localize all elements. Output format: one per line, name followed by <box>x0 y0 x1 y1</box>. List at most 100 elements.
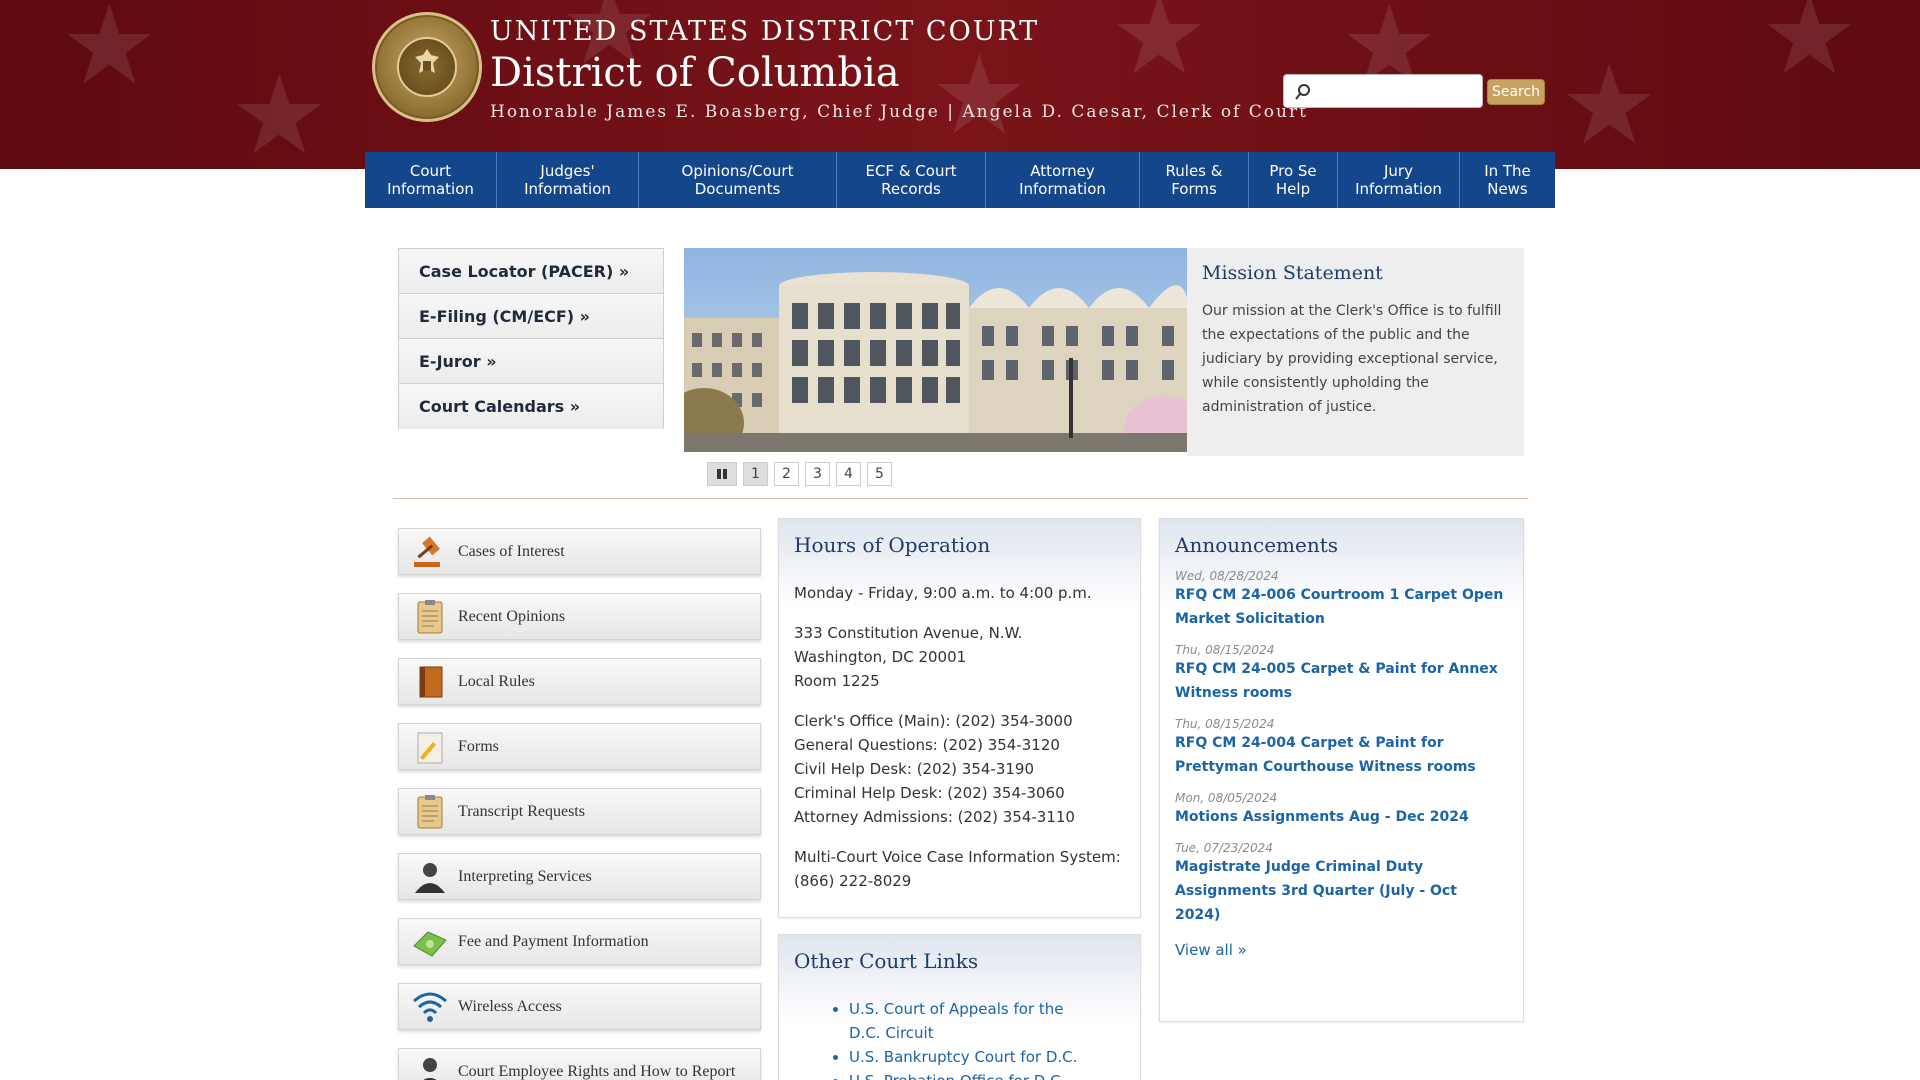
resource-label: Recent Opinions <box>458 607 566 625</box>
slide-page-1[interactable]: 1 <box>743 462 768 486</box>
pause-icon <box>717 469 727 479</box>
resource-transcript-requests[interactable]: Transcript Requests <box>398 788 761 835</box>
nav-label: Judges' Information <box>524 162 611 198</box>
resource-cases-of-interest[interactable]: Cases of Interest <box>398 528 761 575</box>
quick-link-cm-ecf[interactable]: E-Filing (CM/ECF) » <box>399 294 663 339</box>
mission-panel: Mission Statement Our mission at the Cle… <box>1187 248 1524 456</box>
nav-label: Pro Se Help <box>1269 162 1317 198</box>
mission-text: Our mission at the Clerk's Office is to … <box>1202 303 1502 415</box>
hours-box: Hours of Operation Monday - Friday, 9:00… <box>778 518 1141 918</box>
link-probation-office[interactable]: U.S. Probation Office for D.C. <box>849 1069 1089 1080</box>
resource-label: Fee and Payment Information <box>458 932 649 950</box>
star-decoration-icon: ★ <box>1560 41 1659 169</box>
room: Room 1225 <box>794 672 880 690</box>
search-button[interactable]: Search <box>1487 79 1545 105</box>
court-name: UNITED STATES DISTRICT COURT <box>490 16 1040 47</box>
nav-rules-forms[interactable]: Rules & Forms <box>1140 152 1249 208</box>
quick-link-e-juror[interactable]: E-Juror » <box>399 339 663 384</box>
nav-court-information[interactable]: Court Information <box>365 152 497 208</box>
search-field[interactable] <box>1283 74 1483 108</box>
search-icon <box>1295 84 1310 100</box>
star-decoration-icon: ★ <box>1110 0 1209 99</box>
resource-label: Forms <box>458 737 499 755</box>
nav-label: In The News <box>1484 162 1531 198</box>
announcement-date: Mon, 08/05/2024 <box>1175 791 1278 805</box>
money-icon <box>413 930 447 957</box>
mission-title: Mission Statement <box>1202 262 1383 284</box>
hours-title: Hours of Operation <box>794 533 991 557</box>
wifi-icon <box>413 992 447 1022</box>
link-bankruptcy-court[interactable]: U.S. Bankruptcy Court for D.C. <box>849 1045 1089 1069</box>
announcement-link[interactable]: RFQ CM 24-004 Carpet & Paint for Prettym… <box>1175 731 1505 779</box>
announcement-link[interactable]: RFQ CM 24-006 Courtroom 1 Carpet Open Ma… <box>1175 583 1505 631</box>
resource-employee-rights[interactable]: Court Employee Rights and How to Report <box>398 1048 761 1080</box>
nav-in-the-news[interactable]: In The News <box>1460 152 1555 208</box>
district-title[interactable]: District of Columbia <box>490 50 900 96</box>
book-icon <box>419 666 443 697</box>
clipboard-icon <box>417 599 443 633</box>
resource-interpreting-services[interactable]: Interpreting Services <box>398 853 761 900</box>
other-links-title: Other Court Links <box>794 949 979 973</box>
site-header: ★ ★ ★ ★ ★ ★ ★ ★ UNITED STATES DISTRICT C… <box>0 0 1920 169</box>
nav-label: Court Information <box>387 162 474 198</box>
link-court-of-appeals[interactable]: U.S. Court of Appeals for the D.C. Circu… <box>849 997 1089 1045</box>
search-input[interactable] <box>1318 78 1478 104</box>
address-line-2: Washington, DC 20001 <box>794 648 967 666</box>
resource-label: Transcript Requests <box>458 802 585 820</box>
nav-label: Opinions/Court Documents <box>681 162 794 198</box>
resource-label: Interpreting Services <box>458 867 592 885</box>
hours-schedule: Monday - Friday, 9:00 a.m. to 4:00 p.m. <box>794 584 1092 602</box>
court-officials: Honorable James E. Boasberg, Chief Judge… <box>490 102 1308 122</box>
announcement-link[interactable]: RFQ CM 24-005 Carpet & Paint for Annex W… <box>1175 657 1505 705</box>
phone-attorney: Attorney Admissions: (202) 354-3110 <box>794 808 1075 826</box>
quick-link-court-calendars[interactable]: Court Calendars » <box>399 384 663 429</box>
announcement-date: Tue, 07/23/2024 <box>1175 841 1273 855</box>
resource-local-rules[interactable]: Local Rules <box>398 658 761 705</box>
slideshow-pager: 1 2 3 4 5 <box>707 462 892 486</box>
gavel-icon <box>414 536 440 567</box>
nav-ecf-court-records[interactable]: ECF & Court Records <box>837 152 986 208</box>
slide-page-2[interactable]: 2 <box>774 462 799 486</box>
quick-links: Case Locator (PACER) » E-Filing (CM/ECF)… <box>398 248 664 429</box>
slide-page-5[interactable]: 5 <box>867 462 892 486</box>
star-decoration-icon: ★ <box>60 0 159 109</box>
nav-opinions-court-documents[interactable]: Opinions/Court Documents <box>639 152 837 208</box>
resource-forms[interactable]: Forms <box>398 723 761 770</box>
nav-label: Rules & Forms <box>1165 162 1223 198</box>
slide-page-3[interactable]: 3 <box>805 462 830 486</box>
nav-jury-information[interactable]: Jury Information <box>1338 152 1460 208</box>
slide-page-4[interactable]: 4 <box>836 462 861 486</box>
announcements-title: Announcements <box>1175 533 1339 557</box>
resource-wireless-access[interactable]: Wireless Access <box>398 983 761 1030</box>
courthouse-photo[interactable] <box>684 248 1187 452</box>
view-all-link[interactable]: View all » <box>1175 941 1505 959</box>
voice-system-phone: (866) 222-8029 <box>794 872 912 890</box>
announcement-link[interactable]: Magistrate Judge Criminal Duty Assignmen… <box>1175 855 1505 927</box>
resource-fee-payment[interactable]: Fee and Payment Information <box>398 918 761 965</box>
other-links-box: Other Court Links U.S. Court of Appeals … <box>778 934 1141 1080</box>
resource-label: Court Employee Rights and How to Report <box>458 1062 736 1080</box>
resource-recent-opinions[interactable]: Recent Opinions <box>398 593 761 640</box>
person-icon <box>422 1057 438 1080</box>
nav-pro-se-help[interactable]: Pro Se Help <box>1249 152 1338 208</box>
star-decoration-icon: ★ <box>930 31 1029 159</box>
person-icon <box>415 862 445 893</box>
nav-judges-information[interactable]: Judges' Information <box>497 152 639 208</box>
court-seal-icon[interactable] <box>372 12 482 122</box>
announcement-date: Thu, 08/15/2024 <box>1175 643 1275 657</box>
announcement-link[interactable]: Motions Assignments Aug - Dec 2024 <box>1175 805 1505 829</box>
form-pencil-icon <box>417 732 443 763</box>
pause-button[interactable] <box>707 462 737 486</box>
quick-link-pacer[interactable]: Case Locator (PACER) » <box>399 249 663 294</box>
announcement-date: Thu, 08/15/2024 <box>1175 717 1275 731</box>
nav-label: Jury Information <box>1355 162 1442 198</box>
nav-attorney-information[interactable]: Attorney Information <box>986 152 1140 208</box>
section-divider <box>393 498 1528 499</box>
star-decoration-icon: ★ <box>230 51 329 169</box>
resource-label: Local Rules <box>458 672 535 690</box>
phone-general: General Questions: (202) 354-3120 <box>794 736 1060 754</box>
announcements-box: Announcements Wed, 08/28/2024 RFQ CM 24-… <box>1159 518 1524 1022</box>
announcement-date: Wed, 08/28/2024 <box>1175 569 1279 583</box>
resource-label: Wireless Access <box>458 997 562 1015</box>
nav-label: ECF & Court Records <box>865 162 957 198</box>
